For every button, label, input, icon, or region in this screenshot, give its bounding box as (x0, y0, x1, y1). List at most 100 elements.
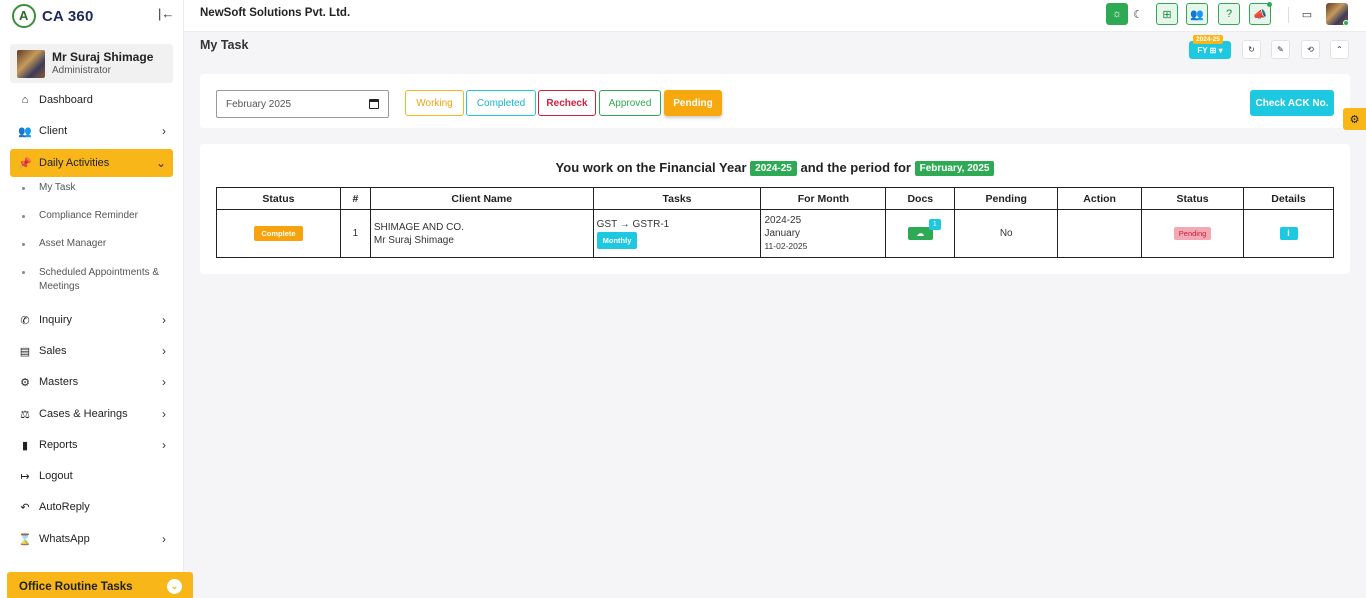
whatsapp-icon: ⌛ (18, 533, 32, 546)
cloud-upload-icon[interactable]: ☁ 1 (907, 219, 941, 240)
month-picker[interactable]: February 2025 (216, 90, 389, 118)
working-filter-button[interactable]: Working (405, 90, 464, 116)
task-name: GST → GSTR-1 (596, 219, 670, 230)
page-title: My Task (200, 38, 249, 52)
month-name: January (764, 228, 801, 239)
user-role: Administrator (52, 64, 111, 76)
chevron-right-icon: › (162, 124, 166, 138)
sidebar-item-label: Daily Activities (39, 157, 110, 169)
sidebar-item-autoreply[interactable]: ↶ AutoReply (10, 493, 173, 521)
column-header[interactable]: # (339, 187, 371, 210)
chevron-right-icon: › (162, 438, 166, 452)
recheck-filter-button[interactable]: Recheck (538, 90, 596, 116)
pin-icon[interactable]: ✎ (1271, 40, 1290, 59)
details-cell: i (1243, 209, 1334, 258)
reply-icon: ↶ (20, 501, 30, 514)
scale-icon: ⚖ (20, 408, 30, 421)
team-icon[interactable]: 👥 (1186, 3, 1208, 25)
for-month-cell: 2024-25 January 11-02-2025 (760, 209, 887, 258)
summary-year-badge: 2024-25 (750, 161, 797, 176)
users-icon: 👥 (18, 125, 32, 138)
column-header[interactable]: Status (1141, 187, 1244, 210)
announcement-icon[interactable]: 📣 (1249, 2, 1272, 25)
sidebar-item-daily-activities[interactable]: 📌 Daily Activities ⌄ (10, 149, 173, 177)
sidebar: CA 360 |← Mr Suraj Shimage Administrator… (0, 0, 184, 598)
task-cell: GST → GSTR-1 Monthly (592, 209, 762, 258)
chevron-down-icon[interactable]: ⌄ (167, 579, 182, 594)
sidebar-item-masters[interactable]: ⚙ Masters › (10, 368, 173, 396)
submenu-item-asset-manager[interactable]: Asset Manager (22, 238, 106, 249)
file-icon: ▮ (21, 439, 29, 452)
bullet-icon (22, 271, 25, 274)
sidebar-item-dashboard[interactable]: ⌂ Dashboard (10, 86, 173, 114)
phone-icon: ✆ (20, 314, 30, 327)
table-row: Complete 1 SHIMAGE AND CO. Mr Suraj Shim… (216, 209, 1334, 258)
month-date: 11-02-2025 (764, 241, 808, 251)
online-indicator (1343, 20, 1349, 26)
bullet-icon (22, 215, 25, 218)
column-header[interactable]: Status (216, 187, 341, 210)
submenu-item-my-task[interactable]: My Task (22, 182, 76, 193)
settings-gear-icon[interactable]: ⚙ (1343, 108, 1366, 130)
chevron-right-icon: › (162, 344, 166, 358)
submenu-item-label: Asset Manager (39, 238, 107, 249)
sidebar-item-label: Cases & Hearings (39, 408, 128, 420)
column-header[interactable]: Details (1243, 187, 1334, 210)
sidebar-item-whatsapp[interactable]: ⌛ WhatsApp › (10, 525, 173, 553)
info-icon[interactable]: i (1279, 227, 1298, 240)
client-cell: SHIMAGE AND CO. Mr Suraj Shimage (369, 209, 594, 258)
check-ack-button[interactable]: Check ACK No. (1250, 90, 1334, 116)
status2-cell: Pending (1141, 209, 1244, 258)
logo-text: CA 360 (42, 7, 94, 25)
light-mode-icon[interactable]: ☼ (1106, 3, 1128, 25)
calendar-icon[interactable] (369, 99, 379, 109)
status-badge[interactable]: Pending (1173, 227, 1212, 240)
column-header[interactable]: Client Name (369, 187, 594, 210)
app-logo[interactable]: CA 360 (12, 3, 94, 29)
column-header[interactable]: Action (1057, 187, 1143, 210)
table-header-row: Status # Client Name Tasks For Month Doc… (216, 187, 1334, 210)
summary-middle: and the period for (800, 160, 911, 175)
sidebar-item-reports[interactable]: ▮ Reports › (10, 431, 173, 459)
fy-label: FY ⊞ ▾ (1197, 45, 1223, 55)
sidebar-item-label: Logout (39, 470, 73, 482)
submenu-item-scheduled-appointments[interactable]: Scheduled Appointments & Meetings (22, 266, 172, 294)
column-header[interactable]: For Month (760, 187, 887, 210)
submenu-item-compliance-reminder[interactable]: Compliance Reminder (22, 210, 138, 221)
office-routine-tasks[interactable]: Office Routine Tasks ⌄ (7, 572, 193, 598)
bullet-icon (22, 187, 25, 190)
refresh-icon[interactable]: ↻ (1242, 40, 1261, 59)
column-header[interactable]: Pending (954, 187, 1059, 210)
sidebar-item-logout[interactable]: ↦ Logout (10, 462, 173, 490)
submenu-item-label: My Task (39, 182, 76, 193)
fy-selector[interactable]: 2024-25 FY ⊞ ▾ (1189, 35, 1231, 59)
approved-filter-button[interactable]: Approved (599, 90, 661, 116)
column-header[interactable]: Tasks (592, 187, 762, 210)
sidebar-item-cases-hearings[interactable]: ⚖ Cases & Hearings › (10, 400, 173, 428)
chat-icon[interactable]: ▭ (1296, 3, 1318, 25)
avatar (17, 49, 45, 78)
user-name: Mr Suraj Shimage (52, 49, 154, 64)
user-card[interactable]: Mr Suraj Shimage Administrator (10, 44, 173, 83)
apps-grid-icon[interactable]: ⊞ (1156, 3, 1178, 25)
sidebar-item-client[interactable]: 👥 Client › (10, 117, 173, 145)
status-badge[interactable]: Complete (254, 226, 303, 241)
sidebar-item-inquiry[interactable]: ✆ Inquiry › (10, 306, 173, 334)
sidebar-item-sales[interactable]: ▤ Sales › (10, 337, 173, 365)
topbar: NewSoft Solutions Pvt. Ltd. ☼ ☾ ⊞ 👥 ? 📣 … (184, 0, 1366, 32)
sync-icon[interactable]: ⟲ (1301, 40, 1320, 59)
pending-filter-button[interactable]: Pending (664, 90, 722, 116)
collapse-left-icon[interactable]: |← (158, 6, 174, 21)
sidebar-item-label: Dashboard (39, 94, 93, 106)
profile-avatar[interactable] (1326, 3, 1349, 26)
sidebar-item-label: Inquiry (39, 314, 73, 326)
help-icon[interactable]: ? (1218, 3, 1240, 25)
sidebar-item-label: WhatsApp (39, 533, 90, 545)
home-icon: ⌂ (21, 94, 29, 106)
divider (1288, 7, 1289, 23)
sidebar-item-label: Masters (39, 376, 79, 388)
column-header[interactable]: Docs (885, 187, 956, 210)
dark-mode-icon[interactable]: ☾ (1127, 3, 1149, 25)
completed-filter-button[interactable]: Completed (466, 90, 536, 116)
collapse-up-icon[interactable]: ⌃ (1330, 40, 1349, 59)
